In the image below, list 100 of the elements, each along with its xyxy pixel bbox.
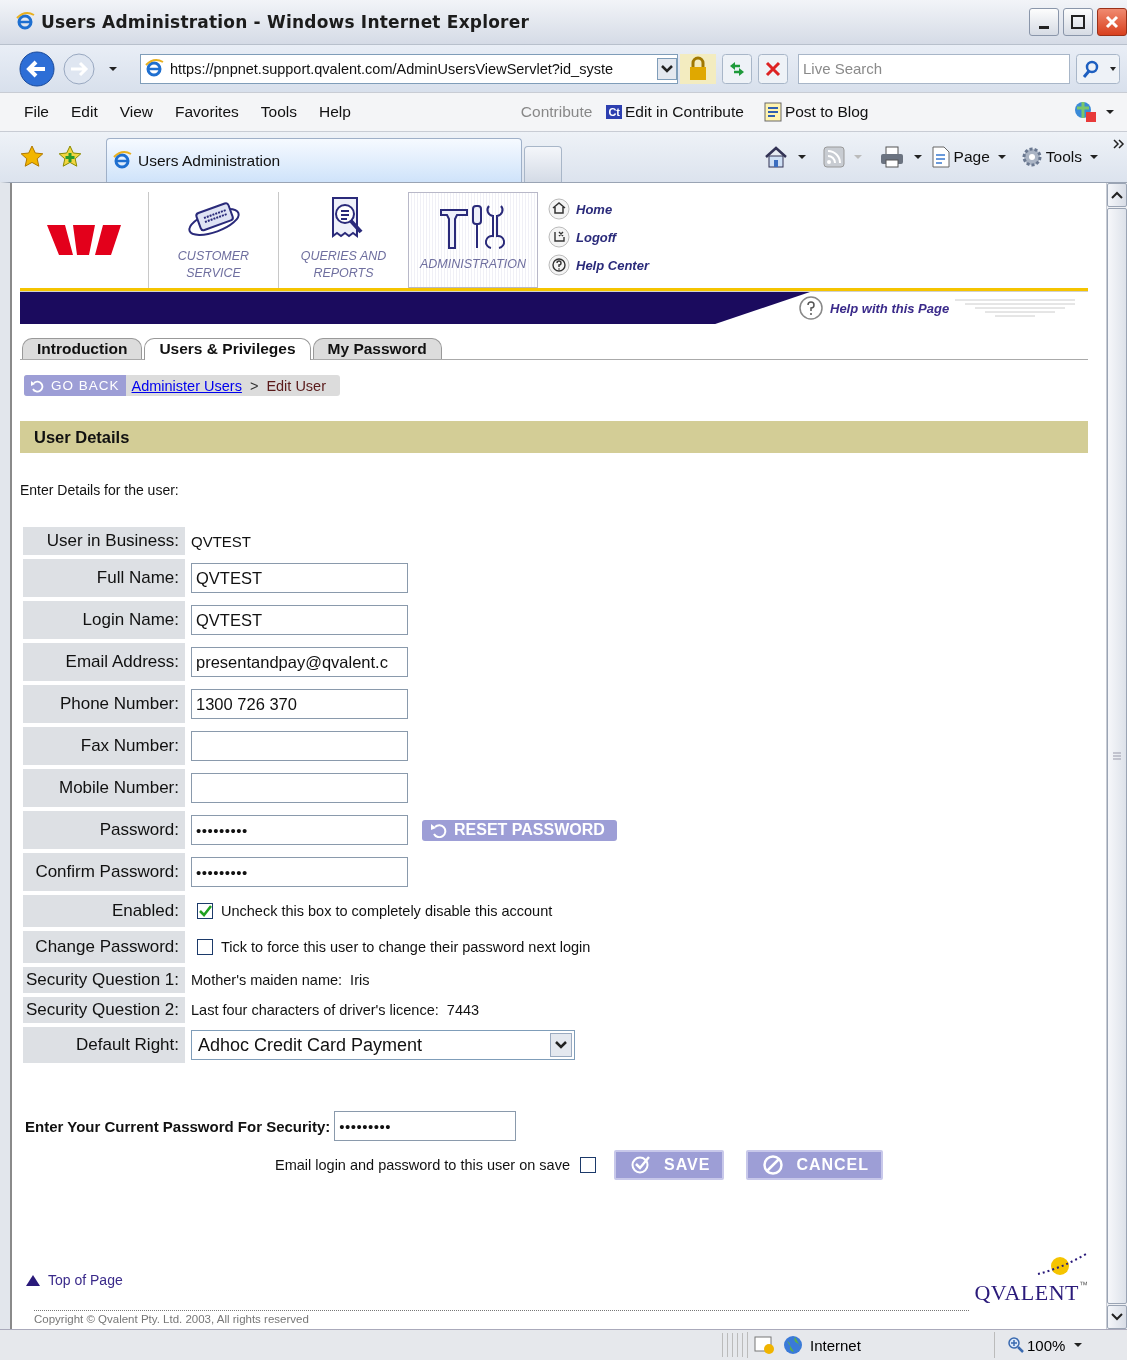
add-favorite-icon[interactable] — [58, 145, 82, 169]
address-field[interactable]: https://pnpnet.support.qvalent.com/AdminUsersViewServlet?id_syste — [140, 53, 678, 84]
bank-logo[interactable] — [47, 223, 121, 257]
browser-tab[interactable]: Users Administration — [106, 138, 522, 182]
stop-icon[interactable] — [758, 53, 788, 84]
section-header: User Details — [20, 421, 1088, 453]
zoom-control[interactable]: 100% — [994, 1332, 1090, 1358]
page-icon — [930, 146, 951, 168]
dropdown-icon[interactable] — [657, 57, 677, 80]
triangle-icon — [26, 1274, 40, 1286]
breadcrumb-link[interactable]: Administer Users — [131, 377, 242, 394]
search-icon[interactable] — [1076, 53, 1120, 84]
breadcrumb-separator: > — [249, 377, 259, 394]
field-label: Change Password: — [23, 931, 185, 963]
input-field[interactable]: ••••••••• — [191, 857, 408, 887]
maximize-button[interactable] — [1063, 8, 1093, 36]
caret-icon — [852, 152, 863, 162]
field-label: Phone Number: — [23, 685, 185, 723]
help-link[interactable]: Help with this Page — [830, 300, 950, 316]
translate-icon[interactable] — [1073, 100, 1099, 124]
lock-icon — [680, 53, 716, 84]
help-icon[interactable] — [798, 295, 824, 321]
menu-item[interactable]: Tools — [260, 103, 297, 121]
tab[interactable]: Users & Privileges — [144, 338, 311, 360]
no-entry-icon — [762, 1154, 785, 1176]
minimize-button[interactable] — [1029, 8, 1059, 36]
search-field[interactable]: Live Search — [798, 53, 1070, 84]
input-field[interactable]: ••••••••• — [191, 815, 408, 845]
page-icon — [113, 150, 132, 171]
quick-link[interactable]: Home — [576, 201, 613, 217]
checkbox[interactable] — [580, 1157, 596, 1173]
scroll-down-button[interactable] — [1107, 1305, 1127, 1329]
nav-item[interactable]: ADMINISTRATION — [408, 192, 538, 288]
post-to-blog-button[interactable]: Post to Blog — [763, 102, 869, 122]
brand-name: QVALENT — [974, 1280, 1079, 1306]
menu-item[interactable]: File — [24, 103, 49, 121]
checkbox[interactable] — [197, 939, 213, 955]
logoff-icon — [548, 226, 570, 248]
caret-icon[interactable] — [1105, 107, 1115, 117]
edit-in-contribute-button[interactable]: Ct Edit in Contribute — [606, 103, 744, 121]
protected-mode-icon — [754, 1335, 776, 1355]
quick-link[interactable]: Logoff — [576, 229, 617, 245]
quick-link[interactable]: Help Center — [576, 257, 649, 273]
field-label: Email Address: — [23, 643, 185, 681]
caret-icon[interactable] — [912, 152, 923, 162]
menu-item[interactable]: Edit — [71, 103, 98, 121]
caret-icon[interactable] — [796, 152, 807, 162]
undo-icon — [30, 378, 46, 393]
scroll-up-button[interactable] — [1107, 183, 1127, 207]
password-field[interactable]: ••••••••• — [334, 1111, 517, 1141]
check-circle-icon — [630, 1154, 652, 1176]
dropdown[interactable]: Adhoc Credit Card Payment — [191, 1030, 575, 1060]
menu-item[interactable]: Favorites — [175, 103, 239, 121]
field-value: Last four characters of driver's licence: 7443 — [191, 1002, 480, 1018]
checkbox[interactable] — [197, 903, 213, 919]
field-value: Mother's maiden name: Iris — [191, 972, 370, 988]
menu-item[interactable]: View — [119, 103, 154, 121]
checkbox-label: Uncheck this box to completely disable this account — [221, 903, 553, 919]
breadcrumb-current: Edit User — [266, 377, 326, 394]
checkbox-label: Tick to force this user to change their password next login — [221, 939, 591, 955]
input-field[interactable]: QVTEST — [191, 563, 408, 593]
browser-logo-icon — [16, 12, 35, 32]
zone-label: Internet — [810, 1336, 861, 1354]
star-icon[interactable] — [20, 145, 44, 169]
globe-icon — [782, 1334, 804, 1356]
refresh-icon[interactable] — [722, 53, 752, 84]
field-label: Mobile Number: — [23, 769, 185, 807]
caret-icon — [1073, 1340, 1084, 1350]
top-of-page-link[interactable]: Top of Page — [26, 1272, 123, 1288]
intro-text: Enter Details for the user: — [20, 481, 180, 499]
print-icon[interactable] — [878, 145, 905, 169]
dropdown-icon — [550, 1033, 572, 1057]
caret-icon — [996, 152, 1007, 162]
input-field[interactable]: presentandpay@qvalent.c — [191, 647, 408, 677]
trademark: ™ — [1079, 1280, 1088, 1290]
grip-icon — [1113, 752, 1121, 760]
tab[interactable]: Introduction — [22, 338, 143, 359]
page-icon — [145, 58, 164, 79]
menu-item[interactable]: Help — [318, 103, 351, 121]
input-field[interactable]: QVTEST — [191, 605, 408, 635]
tab[interactable]: My Password — [312, 338, 442, 359]
minimize-icon — [1039, 25, 1049, 29]
input-field[interactable] — [191, 773, 408, 803]
page-menu[interactable]: Page — [930, 146, 1007, 168]
field-label: Confirm Password: — [23, 853, 185, 891]
chevron-icon[interactable] — [1113, 138, 1125, 150]
field-label: Fax Number: — [23, 727, 185, 765]
back-icon[interactable] — [18, 49, 56, 88]
close-icon — [1105, 15, 1119, 29]
field-label: Full Name: — [23, 559, 185, 597]
tools-menu[interactable]: Tools — [1020, 146, 1099, 168]
close-button[interactable] — [1097, 8, 1127, 36]
input-field[interactable] — [191, 731, 408, 761]
undo-icon — [430, 822, 448, 838]
gear-icon — [1020, 146, 1043, 168]
input-field[interactable]: 1300 726 370 — [191, 689, 408, 719]
field-label: Security Question 1: — [23, 967, 185, 993]
field-label: Default Right: — [23, 1027, 185, 1063]
field-label: Password: — [23, 811, 185, 849]
field-label: Enter Your Current Password For Security: — [25, 1117, 331, 1135]
